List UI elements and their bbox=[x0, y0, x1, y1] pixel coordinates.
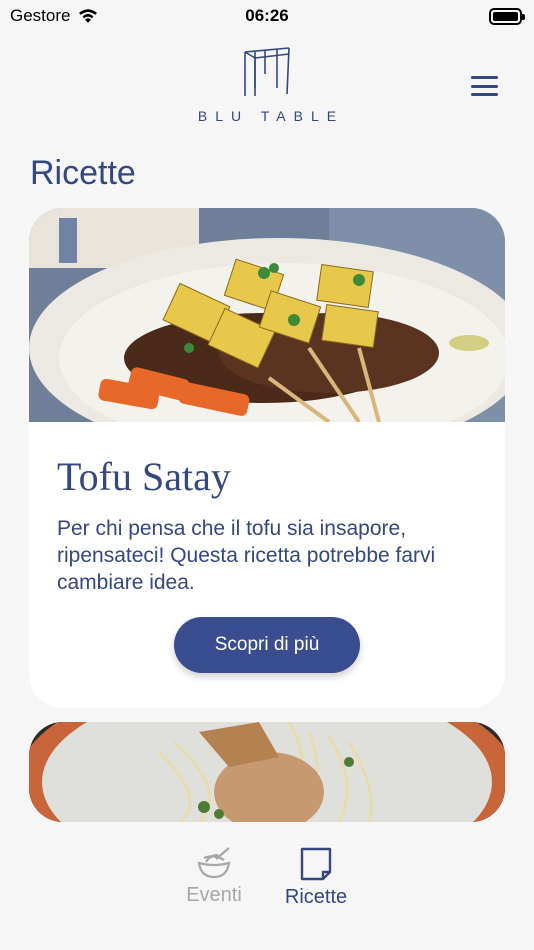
tab-eventi[interactable]: Eventi bbox=[178, 846, 250, 907]
menu-button[interactable] bbox=[471, 76, 498, 96]
tab-bar: Eventi Ricette bbox=[0, 838, 534, 950]
tab-ricette[interactable]: Ricette bbox=[278, 846, 354, 909]
recipe-image bbox=[29, 208, 505, 422]
table-logo-icon bbox=[244, 47, 290, 96]
wifi-icon bbox=[79, 9, 98, 23]
recipe-image-next bbox=[29, 722, 505, 822]
recipe-note-icon bbox=[300, 847, 332, 881]
page-title: Ricette bbox=[30, 154, 136, 192]
bowl-icon bbox=[197, 847, 231, 879]
menu-line-icon bbox=[471, 93, 498, 96]
menu-line-icon bbox=[471, 76, 498, 79]
recipe-card-next[interactable] bbox=[29, 722, 505, 822]
battery-icon bbox=[489, 7, 525, 25]
tab-eventi-label: Eventi bbox=[186, 884, 242, 906]
status-bar: Gestore 06:26 bbox=[0, 0, 534, 32]
recipe-card[interactable]: Tofu Satay Per chi pensa che il tofu sia… bbox=[29, 208, 505, 708]
discover-more-button[interactable]: Scopri di più bbox=[174, 617, 360, 673]
recipe-description: Per chi pensa che il tofu sia insapore, … bbox=[57, 517, 436, 594]
carrier-info: Gestore bbox=[10, 6, 98, 26]
clock: 06:26 bbox=[245, 6, 289, 25]
brand-name: BLU TABLE bbox=[197, 108, 345, 124]
menu-line-icon bbox=[471, 84, 498, 88]
recipe-title: Tofu Satay bbox=[57, 454, 231, 499]
tab-ricette-label: Ricette bbox=[284, 886, 348, 908]
brand-logo: BLU TABLE bbox=[0, 44, 534, 124]
carrier-name: Gestore bbox=[10, 6, 71, 25]
